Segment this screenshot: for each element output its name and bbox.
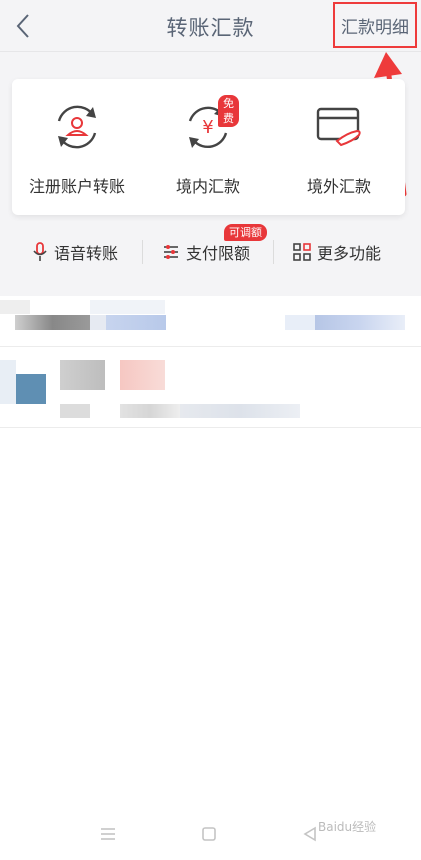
triangle-back-icon [303, 826, 316, 842]
divider [0, 427, 421, 428]
adjustable-badge: 可调额 [224, 224, 267, 241]
person-refresh-icon [57, 105, 97, 149]
service-registered-transfer[interactable]: 注册账户转账 [12, 79, 142, 215]
voice-transfer-button[interactable]: 语音转账 [32, 238, 118, 266]
microphone-icon [33, 242, 47, 261]
more-features-button[interactable]: 更多功能 [293, 238, 381, 266]
service-label: 境内汇款 [175, 177, 240, 196]
menu-button[interactable] [96, 822, 120, 846]
service-label: 注册账户转账 [28, 177, 125, 196]
header-bar: 转账汇款 汇款明细 [0, 0, 421, 52]
watermark: Baidu经验 [318, 820, 377, 834]
card-hand-icon [316, 107, 361, 147]
quick-actions-row: 语音转账 支付限额 可调额 更多功能 [0, 224, 421, 274]
payment-limit-button[interactable]: 支付限额 [162, 238, 250, 266]
remittance-detail-button[interactable]: 汇款明细 [333, 2, 417, 48]
avatar [16, 374, 46, 404]
square-icon [202, 827, 216, 841]
menu-icon [101, 828, 115, 840]
quick-label: 语音转账 [54, 244, 119, 263]
grid-icon [293, 243, 311, 261]
divider [142, 240, 143, 264]
free-badge: 免费 [218, 95, 239, 127]
home-button[interactable] [197, 822, 221, 846]
divider [0, 346, 421, 347]
divider [273, 240, 274, 264]
service-overseas-remittance[interactable]: 境外汇款 [274, 79, 404, 215]
quick-label: 支付限额 [186, 244, 251, 263]
service-card: 注册账户转账 ¥ 免费 境内汇款 境外汇款 [12, 79, 405, 215]
quick-label: 更多功能 [317, 244, 382, 263]
service-domestic-remittance[interactable]: ¥ 免费 境内汇款 [143, 79, 273, 215]
sliders-icon [164, 245, 178, 259]
svg-text:¥: ¥ [202, 117, 213, 138]
service-label: 境外汇款 [306, 177, 371, 196]
